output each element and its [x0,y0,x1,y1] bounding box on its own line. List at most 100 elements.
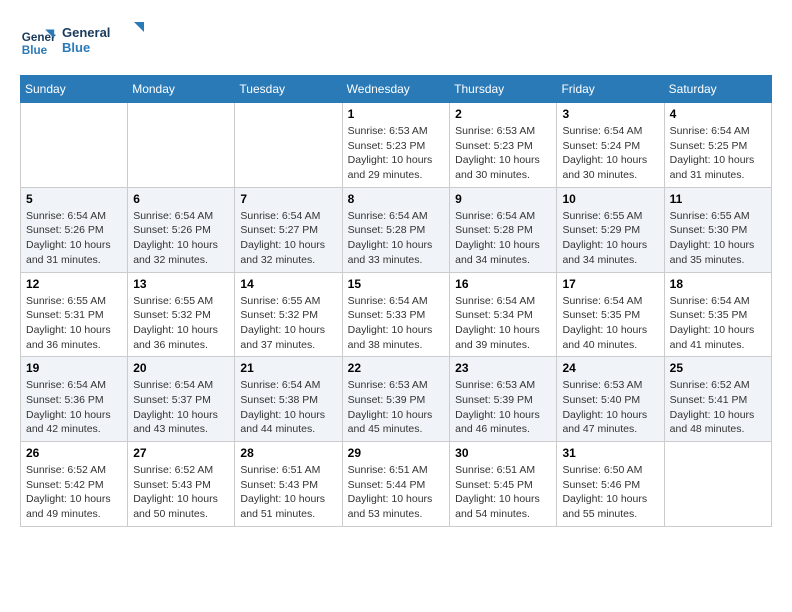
calendar-cell: 15 Sunrise: 6:54 AMSunset: 5:33 PMDayligh… [342,272,449,357]
header-sunday: Sunday [21,76,128,103]
day-number: 1 [348,107,444,121]
calendar-cell: 21Sunrise: 6:54 AMSunset: 5:38 PMDayligh… [235,357,342,442]
day-number: 27 [133,446,229,460]
page-header: General Blue General Blue [20,20,772,65]
day-number: 24 [562,361,658,375]
day-number: 30 [455,446,551,460]
day-number: 6 [133,192,229,206]
week-row-3: 12 Sunrise: 6:55 AMSunset: 5:31 PMDayligh… [21,272,772,357]
day-info: Sunrise: 6:53 AMSunset: 5:39 PMDaylight:… [348,378,444,437]
day-number: 10 [562,192,658,206]
day-info: Sunrise: 6:50 AMSunset: 5:46 PMDaylight:… [562,463,658,522]
header-saturday: Saturday [664,76,771,103]
calendar-cell: 24 Sunrise: 6:53 AMSunset: 5:40 PMDayligh… [557,357,664,442]
day-info: Sunrise: 6:55 AMSunset: 5:32 PMDaylight:… [240,294,336,353]
header-row: SundayMondayTuesdayWednesdayThursdayFrid… [21,76,772,103]
day-info: Sunrise: 6:54 AMSunset: 5:36 PMDaylight:… [26,378,122,437]
header-friday: Friday [557,76,664,103]
calendar-cell: 29 Sunrise: 6:51 AMSunset: 5:44 PMDayligh… [342,442,449,527]
calendar-cell: 4 Sunrise: 6:54 AMSunset: 5:25 PMDaylight… [664,103,771,188]
day-info: Sunrise: 6:54 AMSunset: 5:25 PMDaylight:… [670,124,766,183]
day-info: Sunrise: 6:52 AMSunset: 5:41 PMDaylight:… [670,378,766,437]
calendar-cell: 7Sunrise: 6:54 AMSunset: 5:27 PMDaylight… [235,187,342,272]
calendar-cell: 26 Sunrise: 6:52 AMSunset: 5:42 PMDayligh… [21,442,128,527]
calendar-cell: 12 Sunrise: 6:55 AMSunset: 5:31 PMDayligh… [21,272,128,357]
day-number: 12 [26,277,122,291]
calendar-cell: 22Sunrise: 6:53 AMSunset: 5:39 PMDayligh… [342,357,449,442]
day-number: 3 [562,107,658,121]
calendar-cell [21,103,128,188]
day-info: Sunrise: 6:52 AMSunset: 5:42 PMDaylight:… [26,463,122,522]
day-info: Sunrise: 6:53 AMSunset: 5:40 PMDaylight:… [562,378,658,437]
day-number: 28 [240,446,336,460]
day-number: 8 [348,192,444,206]
calendar-cell: 17 Sunrise: 6:54 AMSunset: 5:35 PMDayligh… [557,272,664,357]
calendar-cell: 13 Sunrise: 6:55 AMSunset: 5:32 PMDayligh… [128,272,235,357]
header-tuesday: Tuesday [235,76,342,103]
day-number: 17 [562,277,658,291]
calendar-cell: 5 Sunrise: 6:54 AMSunset: 5:26 PMDaylight… [21,187,128,272]
header-monday: Monday [128,76,235,103]
day-info: Sunrise: 6:54 AMSunset: 5:35 PMDaylight:… [562,294,658,353]
day-number: 15 [348,277,444,291]
calendar-cell: 11 Sunrise: 6:55 AMSunset: 5:30 PMDayligh… [664,187,771,272]
calendar-cell: 23Sunrise: 6:53 AMSunset: 5:39 PMDayligh… [450,357,557,442]
week-row-4: 19 Sunrise: 6:54 AMSunset: 5:36 PMDayligh… [21,357,772,442]
logo-icon: General Blue [20,25,56,61]
day-info: Sunrise: 6:53 AMSunset: 5:23 PMDaylight:… [455,124,551,183]
day-number: 25 [670,361,766,375]
day-number: 4 [670,107,766,121]
week-row-2: 5 Sunrise: 6:54 AMSunset: 5:26 PMDaylight… [21,187,772,272]
day-number: 19 [26,361,122,375]
svg-text:Blue: Blue [62,40,90,55]
day-number: 21 [240,361,336,375]
day-info: Sunrise: 6:52 AMSunset: 5:43 PMDaylight:… [133,463,229,522]
calendar-cell [235,103,342,188]
day-info: Sunrise: 6:54 AMSunset: 5:34 PMDaylight:… [455,294,551,353]
calendar-cell: 16Sunrise: 6:54 AMSunset: 5:34 PMDayligh… [450,272,557,357]
calendar-cell: 20Sunrise: 6:54 AMSunset: 5:37 PMDayligh… [128,357,235,442]
day-number: 9 [455,192,551,206]
calendar-cell: 30 Sunrise: 6:51 AMSunset: 5:45 PMDayligh… [450,442,557,527]
day-number: 2 [455,107,551,121]
day-number: 29 [348,446,444,460]
calendar-cell [128,103,235,188]
calendar-cell: 28Sunrise: 6:51 AMSunset: 5:43 PMDayligh… [235,442,342,527]
day-info: Sunrise: 6:55 AMSunset: 5:30 PMDaylight:… [670,209,766,268]
header-wednesday: Wednesday [342,76,449,103]
week-row-5: 26 Sunrise: 6:52 AMSunset: 5:42 PMDayligh… [21,442,772,527]
calendar-cell [664,442,771,527]
day-info: Sunrise: 6:54 AMSunset: 5:33 PMDaylight:… [348,294,444,353]
day-number: 14 [240,277,336,291]
day-number: 18 [670,277,766,291]
svg-text:General: General [62,25,110,40]
svg-text:Blue: Blue [22,43,48,56]
day-info: Sunrise: 6:55 AMSunset: 5:29 PMDaylight:… [562,209,658,268]
day-info: Sunrise: 6:54 AMSunset: 5:35 PMDaylight:… [670,294,766,353]
calendar-cell: 8Sunrise: 6:54 AMSunset: 5:28 PMDaylight… [342,187,449,272]
calendar-cell: 1 Sunrise: 6:53 AMSunset: 5:23 PMDaylight… [342,103,449,188]
calendar-cell: 9 Sunrise: 6:54 AMSunset: 5:28 PMDaylight… [450,187,557,272]
day-number: 11 [670,192,766,206]
header-thursday: Thursday [450,76,557,103]
calendar-cell: 25 Sunrise: 6:52 AMSunset: 5:41 PMDayligh… [664,357,771,442]
calendar-table: SundayMondayTuesdayWednesdayThursdayFrid… [20,75,772,527]
day-number: 26 [26,446,122,460]
day-info: Sunrise: 6:53 AMSunset: 5:23 PMDaylight:… [348,124,444,183]
day-info: Sunrise: 6:55 AMSunset: 5:32 PMDaylight:… [133,294,229,353]
calendar-cell: 27 Sunrise: 6:52 AMSunset: 5:43 PMDayligh… [128,442,235,527]
day-info: Sunrise: 6:53 AMSunset: 5:39 PMDaylight:… [455,378,551,437]
calendar-cell: 3Sunrise: 6:54 AMSunset: 5:24 PMDaylight… [557,103,664,188]
calendar-cell: 10 Sunrise: 6:55 AMSunset: 5:29 PMDayligh… [557,187,664,272]
logo-svg: General Blue [62,20,152,60]
day-info: Sunrise: 6:54 AMSunset: 5:26 PMDaylight:… [26,209,122,268]
day-number: 5 [26,192,122,206]
calendar-cell: 31Sunrise: 6:50 AMSunset: 5:46 PMDayligh… [557,442,664,527]
day-number: 13 [133,277,229,291]
day-info: Sunrise: 6:51 AMSunset: 5:45 PMDaylight:… [455,463,551,522]
day-info: Sunrise: 6:54 AMSunset: 5:37 PMDaylight:… [133,378,229,437]
calendar-cell: 14 Sunrise: 6:55 AMSunset: 5:32 PMDayligh… [235,272,342,357]
day-info: Sunrise: 6:55 AMSunset: 5:31 PMDaylight:… [26,294,122,353]
day-info: Sunrise: 6:54 AMSunset: 5:28 PMDaylight:… [455,209,551,268]
day-info: Sunrise: 6:51 AMSunset: 5:44 PMDaylight:… [348,463,444,522]
